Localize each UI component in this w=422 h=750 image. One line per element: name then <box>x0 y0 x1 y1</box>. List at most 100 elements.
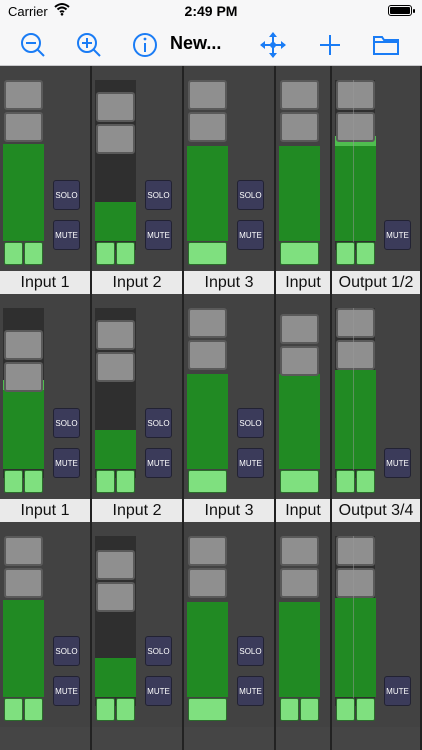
fader-handle[interactable] <box>4 568 43 598</box>
mute-button[interactable]: MUTE <box>53 676 80 706</box>
channel-label: Input 2 <box>92 271 182 294</box>
mute-button[interactable]: MUTE <box>237 676 264 706</box>
fader-level <box>95 202 136 241</box>
level-meter <box>96 698 136 721</box>
channel-label: Input 1 <box>0 271 90 294</box>
fader-handle[interactable] <box>96 124 135 154</box>
fader-handle[interactable] <box>4 112 43 142</box>
fader-handle[interactable] <box>336 112 375 142</box>
fader-handle[interactable] <box>336 80 375 110</box>
fader-handle[interactable] <box>188 536 227 566</box>
fader-handle[interactable] <box>4 80 43 110</box>
channel-strip: SOLO MUTE Input 2 <box>92 66 184 294</box>
mute-button[interactable]: MUTE <box>384 220 411 250</box>
fader-level <box>279 602 320 697</box>
mute-button[interactable]: MUTE <box>145 676 172 706</box>
solo-button[interactable]: SOLO <box>237 180 264 210</box>
output-label: Output 3/4 <box>332 499 420 522</box>
level-meter <box>4 242 44 265</box>
level-meter <box>188 242 228 265</box>
fader-handle[interactable] <box>280 80 319 110</box>
fader-level <box>335 141 376 241</box>
solo-button[interactable]: SOLO <box>53 408 80 438</box>
folder-icon[interactable] <box>372 31 400 59</box>
fader-handle[interactable] <box>280 112 319 142</box>
fader-handle[interactable] <box>4 362 43 392</box>
channel-label: Input 1 <box>0 499 90 522</box>
top-bar: Carrier 2:49 PM New... <box>0 0 422 66</box>
fader-handle[interactable] <box>280 536 319 566</box>
add-icon[interactable] <box>316 31 344 59</box>
mixer-row-3: SOLO MUTE SOLO MUTE SOLO MUTE MUTE <box>0 522 422 750</box>
zoom-out-icon[interactable] <box>19 31 47 59</box>
channel-strip: SOLO MUTE Input 1 <box>0 294 92 522</box>
fader-handle[interactable] <box>188 568 227 598</box>
solo-button[interactable]: SOLO <box>145 636 172 666</box>
mute-button[interactable]: MUTE <box>384 448 411 478</box>
fader-handle[interactable] <box>336 308 375 338</box>
mute-button[interactable]: MUTE <box>145 220 172 250</box>
fader-handle[interactable] <box>280 314 319 344</box>
fader-handle[interactable] <box>188 308 227 338</box>
solo-button[interactable]: SOLO <box>237 636 264 666</box>
level-meter <box>336 242 376 265</box>
fader-handle[interactable] <box>96 92 135 122</box>
level-meter <box>96 470 136 493</box>
fader-handle[interactable] <box>188 80 227 110</box>
zoom-in-icon[interactable] <box>75 31 103 59</box>
move-icon[interactable] <box>259 31 287 59</box>
channel-label: Input 3 <box>184 271 274 294</box>
channel-strip: SOLO MUTE Input 1 <box>0 66 92 294</box>
fader-level <box>3 390 44 469</box>
channel-strip: SOLO MUTE Input 3 <box>184 294 276 522</box>
solo-button[interactable]: SOLO <box>53 636 80 666</box>
fader-handle[interactable] <box>336 568 375 598</box>
fader-handle[interactable] <box>280 568 319 598</box>
solo-button[interactable]: SOLO <box>53 180 80 210</box>
solo-button[interactable]: SOLO <box>237 408 264 438</box>
fader-level <box>279 374 320 469</box>
solo-button[interactable]: SOLO <box>145 180 172 210</box>
output-label: Output 1/2 <box>332 271 420 294</box>
solo-button[interactable]: SOLO <box>145 408 172 438</box>
mute-button[interactable]: MUTE <box>53 220 80 250</box>
channel-strip: Input <box>276 294 332 522</box>
fader-handle[interactable] <box>280 346 319 376</box>
level-meter <box>4 470 44 493</box>
fader-handle[interactable] <box>188 112 227 142</box>
battery-icon <box>388 5 415 16</box>
fader-handle[interactable] <box>4 536 43 566</box>
fader-handle[interactable] <box>96 582 135 612</box>
level-meter <box>280 470 320 493</box>
fader-handle[interactable] <box>96 352 135 382</box>
fader-level <box>95 430 136 469</box>
channel-strip: SOLO MUTE <box>0 522 92 750</box>
fader-level <box>335 598 376 697</box>
mixer-row-2: SOLO MUTE Input 1 SOLO MUTE Input 2 SOLO… <box>0 294 422 522</box>
fader-handle[interactable] <box>96 320 135 350</box>
fader-level <box>335 370 376 469</box>
channel-label: Input 3 <box>184 499 274 522</box>
mute-button[interactable]: MUTE <box>237 448 264 478</box>
document-title[interactable]: New... <box>170 33 221 54</box>
nav-bar: New... <box>0 24 422 66</box>
channel-strip: SOLO MUTE <box>92 522 184 750</box>
mute-button[interactable]: MUTE <box>53 448 80 478</box>
fader-level <box>187 146 228 241</box>
channel-label: Input <box>276 499 330 522</box>
channel-strip <box>276 522 332 750</box>
output-strip: MUTE Output 3/4 <box>332 294 422 522</box>
mute-button[interactable]: MUTE <box>384 676 411 706</box>
fader-level <box>187 602 228 697</box>
fader-handle[interactable] <box>336 536 375 566</box>
fader-level <box>95 658 136 697</box>
fader-handle[interactable] <box>188 340 227 370</box>
info-icon[interactable] <box>131 31 159 59</box>
fader-handle[interactable] <box>336 340 375 370</box>
level-meter <box>96 242 136 265</box>
mute-button[interactable]: MUTE <box>145 448 172 478</box>
fader-handle[interactable] <box>96 550 135 580</box>
mute-button[interactable]: MUTE <box>237 220 264 250</box>
fader-handle[interactable] <box>4 330 43 360</box>
channel-label: Input 2 <box>92 499 182 522</box>
